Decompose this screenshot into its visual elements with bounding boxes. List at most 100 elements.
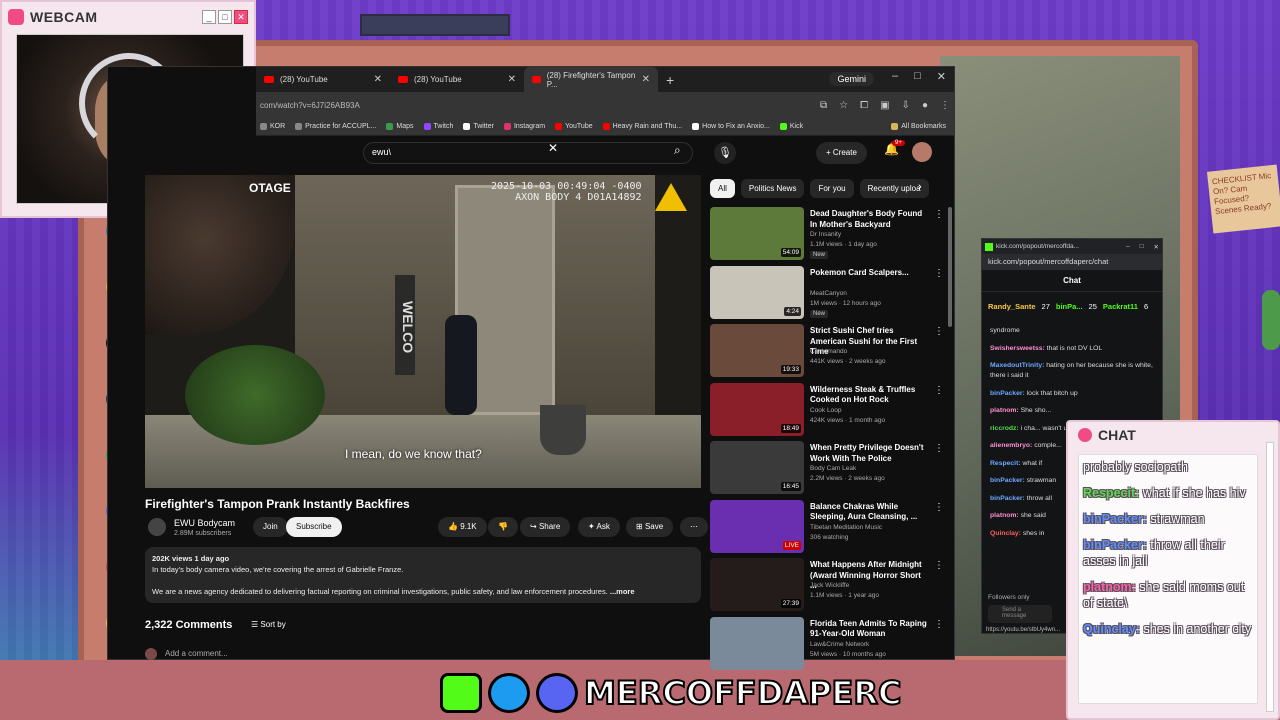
kick-url-bar[interactable]: kick.com/popout/mercoffdaperc/chat bbox=[982, 254, 1162, 270]
gifter-name[interactable]: Packrat11 bbox=[1103, 302, 1138, 311]
tab-youtube-1[interactable]: (28) YouTube ✕ bbox=[256, 67, 390, 92]
maximize-button[interactable]: □ bbox=[218, 10, 232, 24]
recommendation-title[interactable]: Dead Daughter's Body Found In Mother's B… bbox=[810, 209, 928, 230]
sidepanel-icon[interactable]: ▣ bbox=[880, 100, 889, 111]
bookmark-kor[interactable]: KOR bbox=[260, 123, 285, 130]
minimize-icon[interactable]: – bbox=[892, 70, 898, 83]
clear-search-icon[interactable]: ✕ bbox=[548, 141, 558, 155]
close-tab-icon[interactable]: ✕ bbox=[374, 74, 382, 85]
share-button[interactable]: ↪ Share bbox=[520, 517, 571, 537]
save-button[interactable]: ⊞ Save bbox=[626, 517, 674, 537]
more-options-icon[interactable]: ⋮ bbox=[934, 385, 944, 396]
gemini-button[interactable]: Gemini bbox=[829, 72, 874, 86]
recommendation-title[interactable]: Wilderness Steak & Truffles Cooked on Ho… bbox=[810, 385, 928, 406]
gifter-name[interactable]: binPa... bbox=[1056, 302, 1083, 311]
account-avatar[interactable] bbox=[912, 142, 932, 162]
video-thumbnail[interactable]: 4:24 bbox=[710, 265, 804, 319]
recommendation-item[interactable]: LIVE Balance Chakras While Sleeping, Aur… bbox=[710, 499, 946, 559]
menu-icon[interactable]: ⋮ bbox=[940, 100, 950, 111]
ask-button[interactable]: ✦ Ask bbox=[578, 517, 620, 537]
url-text[interactable]: com/watch?v=6J7i26AB93A bbox=[260, 101, 360, 110]
maximize-icon[interactable]: □ bbox=[914, 70, 921, 83]
more-options-icon[interactable]: ⋮ bbox=[934, 209, 944, 220]
star-icon[interactable]: ☆ bbox=[839, 100, 848, 111]
bookmark-accupl[interactable]: Practice for ACCUPL... bbox=[295, 123, 376, 130]
bookmark-youtube[interactable]: YouTube bbox=[555, 123, 593, 130]
channel-avatar[interactable] bbox=[148, 518, 166, 536]
more-actions-button[interactable]: ⋯ bbox=[680, 517, 708, 537]
video-thumbnail[interactable]: 19:33 bbox=[710, 324, 804, 377]
maximize-icon[interactable]: □ bbox=[1140, 243, 1144, 251]
recommendation-item[interactable]: Florida Teen Admits To Raping 91-Year-Ol… bbox=[710, 616, 946, 676]
video-thumbnail[interactable]: 16:45 bbox=[710, 441, 804, 494]
extensions-icon[interactable]: ⧠ bbox=[860, 100, 868, 111]
chat-scrollbar[interactable] bbox=[1266, 442, 1274, 712]
tab-youtube-active[interactable]: (28) Firefighter's Tampon P... ✕ bbox=[524, 67, 658, 92]
like-button[interactable]: 👍 9.1K bbox=[438, 517, 487, 537]
search-icon[interactable]: ⌕ bbox=[674, 143, 681, 158]
subscribe-button[interactable]: Subscribe bbox=[286, 517, 342, 537]
page-scrollbar[interactable] bbox=[948, 207, 952, 327]
recommendation-item[interactable]: 19:33 Strict Sushi Chef tries American S… bbox=[710, 324, 946, 383]
sort-by-button[interactable]: ☰ Sort by bbox=[251, 620, 286, 629]
recommendation-title[interactable]: Florida Teen Admits To Raping 91-Year-Ol… bbox=[810, 619, 928, 640]
tab-youtube-2[interactable]: (28) YouTube ✕ bbox=[390, 67, 524, 92]
recommendation-item[interactable]: 18:49 Wilderness Steak & Truffles Cooked… bbox=[710, 382, 946, 442]
close-tab-icon[interactable]: ✕ bbox=[642, 74, 650, 85]
video-thumbnail[interactable] bbox=[710, 616, 804, 670]
more-options-icon[interactable]: ⋮ bbox=[934, 502, 944, 513]
more-options-icon[interactable]: ⋮ bbox=[934, 619, 944, 630]
video-thumbnail[interactable]: 54:09 bbox=[710, 207, 804, 260]
close-icon[interactable]: ✕ bbox=[937, 70, 946, 83]
close-tab-icon[interactable]: ✕ bbox=[508, 74, 516, 85]
minimize-button[interactable]: _ bbox=[202, 10, 216, 24]
join-button[interactable]: Join bbox=[253, 517, 288, 537]
video-description[interactable]: 202K views 1 day ago In today's body cam… bbox=[145, 547, 701, 603]
bookmark-heavy-rain[interactable]: Heavy Rain and Thu... bbox=[602, 123, 682, 130]
address-bar[interactable]: com/watch?v=6J7i26AB93A ⧉ ☆ ⧠ ▣ ⇩ ● ⋮ bbox=[256, 92, 954, 118]
close-button[interactable]: ✕ bbox=[234, 10, 248, 24]
add-comment-input[interactable]: Add a comment... bbox=[165, 649, 228, 658]
gifter-name[interactable]: Randy_Sante bbox=[988, 302, 1036, 311]
all-bookmarks[interactable]: All Bookmarks bbox=[891, 123, 946, 130]
more-options-icon[interactable]: ⋮ bbox=[934, 268, 944, 279]
recommendation-item[interactable]: 16:45 When Pretty Privilege Doesn't Work… bbox=[710, 441, 946, 500]
profile-icon[interactable]: ● bbox=[922, 100, 928, 111]
more-options-icon[interactable]: ⋮ bbox=[934, 560, 944, 571]
more-options-icon[interactable]: ⋮ bbox=[934, 443, 944, 454]
dislike-button[interactable]: 👎 bbox=[488, 517, 518, 537]
recommendation-item[interactable]: 4:24 Pokemon Card Scalpers... MeatCanyon… bbox=[710, 265, 946, 325]
video-thumbnail[interactable]: 27:39 bbox=[710, 558, 804, 611]
bookmark-instagram[interactable]: Instagram bbox=[503, 123, 545, 130]
close-icon[interactable]: ✕ bbox=[1154, 243, 1159, 251]
recommendation-title[interactable]: When Pretty Privilege Doesn't Work With … bbox=[810, 443, 928, 464]
webcam-titlebar: WEBCAM _ □ ✕ bbox=[2, 2, 254, 32]
bookmark-twitter[interactable]: Twitter bbox=[463, 123, 494, 130]
chevron-right-icon[interactable]: › bbox=[918, 181, 922, 193]
video-thumbnail[interactable]: LIVE bbox=[710, 499, 804, 553]
kick-message-input[interactable]: Send a message bbox=[988, 605, 1052, 623]
recommendation-item[interactable]: 54:09 Dead Daughter's Body Found In Moth… bbox=[710, 207, 946, 266]
install-icon[interactable]: ⧉ bbox=[820, 100, 827, 111]
new-tab-button[interactable]: + bbox=[666, 72, 674, 88]
download-icon[interactable]: ⇩ bbox=[902, 100, 910, 111]
description-more-link[interactable]: ...more bbox=[610, 587, 635, 596]
bookmark-maps[interactable]: Maps bbox=[386, 123, 414, 130]
recommendation-title[interactable]: Balance Chakras While Sleeping, Aura Cle… bbox=[810, 502, 928, 523]
recommendation-item[interactable]: 27:39 What Happens After Midnight (Award… bbox=[710, 558, 946, 617]
search-input[interactable]: ewu\ bbox=[363, 142, 693, 164]
channel-name[interactable]: EWU Bodycam bbox=[174, 518, 235, 528]
bookmark-anxiety[interactable]: How to Fix an Anxio... bbox=[692, 123, 770, 130]
more-options-icon[interactable]: ⋮ bbox=[934, 326, 944, 337]
bookmark-twitch[interactable]: Twitch bbox=[423, 123, 453, 130]
bookmark-kick[interactable]: Kick bbox=[779, 123, 803, 130]
microphone-icon[interactable]: 🎙 bbox=[714, 142, 736, 164]
create-button[interactable]: + Create bbox=[816, 142, 867, 164]
minimize-icon[interactable]: – bbox=[1126, 243, 1130, 251]
video-player[interactable]: WELCO OTAGE 2025-10-03 00:49:04 -0400 AX… bbox=[145, 175, 701, 488]
recommendation-title[interactable]: Pokemon Card Scalpers... bbox=[810, 268, 928, 279]
video-thumbnail[interactable]: 18:49 bbox=[710, 382, 804, 436]
chip-all[interactable]: All bbox=[710, 179, 735, 198]
chip-for-you[interactable]: For you bbox=[810, 179, 854, 198]
chip-politics-news[interactable]: Politics News bbox=[740, 179, 805, 198]
